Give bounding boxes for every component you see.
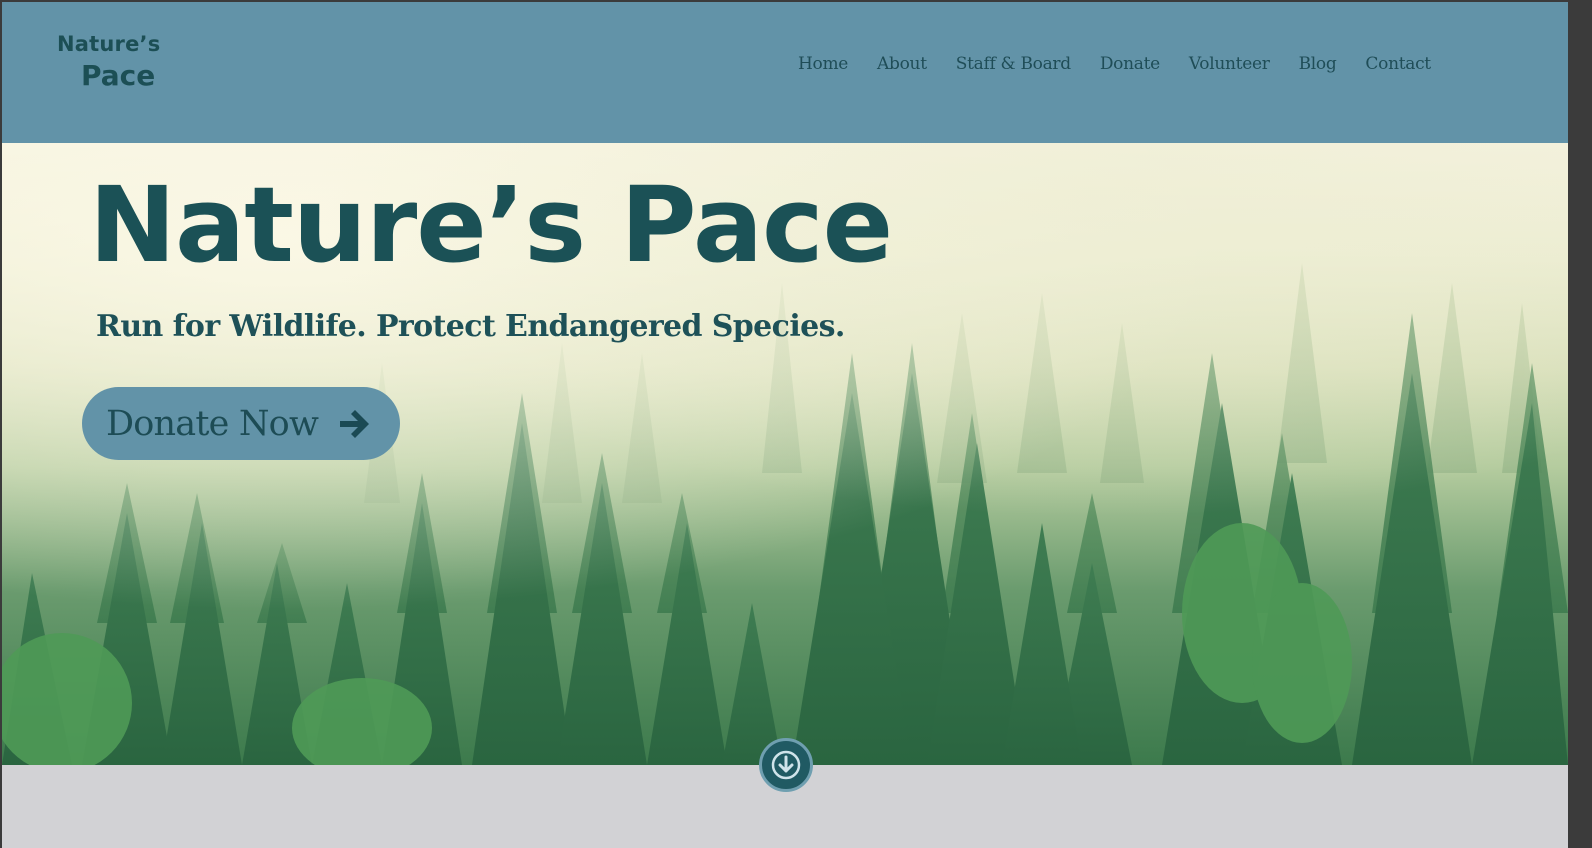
logo-line-2: Pace [81,59,156,92]
nav-volunteer[interactable]: Volunteer [1189,54,1270,74]
arrow-right-icon [340,409,370,438]
page: Nature’s Pace Home About Staff & Board D… [2,2,1568,848]
hero-section: Nature’s Pace Run for Wildlife. Protect … [2,143,1568,765]
nav-contact[interactable]: Contact [1365,54,1431,74]
site-logo[interactable]: Nature’s Pace [57,32,161,92]
nav-staff-board[interactable]: Staff & Board [956,54,1071,74]
nav-donate[interactable]: Donate [1100,54,1160,74]
nav-about[interactable]: About [877,54,927,74]
donate-now-label: Donate Now [106,403,319,444]
hero-title: Nature’s Pace [89,164,893,286]
nav-home[interactable]: Home [798,54,848,74]
logo-line-1: Nature’s [57,32,161,56]
nav-blog[interactable]: Blog [1299,54,1337,74]
site-header: Nature’s Pace Home About Staff & Board D… [2,2,1568,143]
scroll-down-button[interactable] [759,738,813,792]
main-nav: Home About Staff & Board Donate Voluntee… [798,54,1431,74]
donate-now-button[interactable]: Donate Now [82,387,400,460]
hero-subtitle: Run for Wildlife. Protect Endangered Spe… [96,309,845,344]
arrow-down-circle-icon [771,750,801,780]
